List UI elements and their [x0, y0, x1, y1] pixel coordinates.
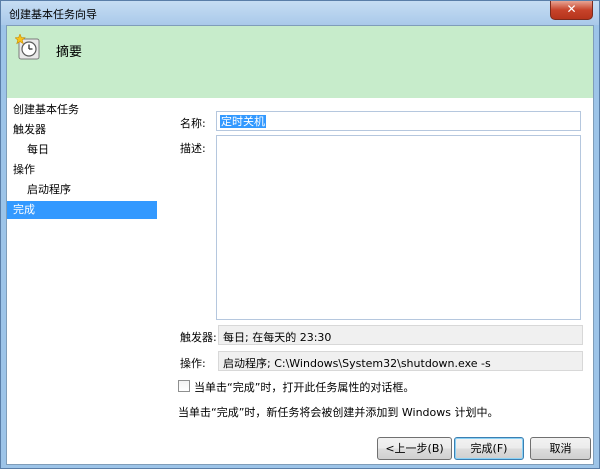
- close-button[interactable]: ✕: [550, 1, 593, 20]
- action-label: 操作:: [180, 357, 206, 370]
- window-title: 创建基本任务向导: [9, 8, 97, 21]
- info-text: 当单击“完成”时，新任务将会被创建并添加到 Windows 计划中。: [178, 406, 499, 419]
- back-button[interactable]: <上一步(B): [377, 437, 452, 460]
- trigger-value: 每日; 在每天的 23:30: [218, 325, 583, 345]
- description-label: 描述:: [180, 142, 206, 155]
- header-banner: 摘要: [7, 26, 593, 98]
- close-icon: ✕: [566, 2, 577, 16]
- summary-content: 名称: 定时关机 描述: 触发器: 每日; 在每天的 23:30 操作: 启动程…: [167, 98, 593, 464]
- open-properties-checkbox[interactable]: [178, 380, 190, 392]
- description-field[interactable]: [216, 135, 581, 320]
- nav-item-daily[interactable]: 每日: [7, 141, 157, 159]
- name-label: 名称:: [180, 117, 206, 130]
- page-title: 摘要: [56, 45, 83, 60]
- finish-button[interactable]: 完成(F): [454, 437, 524, 460]
- nav-item-create-task[interactable]: 创建基本任务: [7, 101, 157, 119]
- nav-item-finish[interactable]: 完成: [7, 201, 157, 219]
- open-properties-label[interactable]: 当单击“完成”时，打开此任务属性的对话框。: [194, 379, 414, 395]
- wizard-nav: 创建基本任务 触发器 每日 操作 启动程序 完成: [7, 98, 167, 464]
- nav-item-start-program[interactable]: 启动程序: [7, 181, 157, 199]
- nav-item-trigger[interactable]: 触发器: [7, 121, 157, 139]
- client-area: 摘要 创建基本任务 触发器 每日 操作 启动程序 完成 名称: 定时关机 描述:…: [6, 25, 594, 465]
- wizard-window: 创建基本任务向导 ✕ 摘要 创建基本任务 触发器 每日 操作 启动程序 完成 名…: [0, 0, 600, 469]
- cancel-button[interactable]: 取消: [530, 437, 591, 460]
- clock-star-icon: [15, 34, 40, 60]
- nav-item-action[interactable]: 操作: [7, 161, 157, 179]
- name-value: 定时关机: [220, 115, 266, 128]
- trigger-label: 触发器:: [180, 331, 217, 344]
- action-value: 启动程序; C:\Windows\System32\shutdown.exe -…: [218, 351, 583, 371]
- title-bar[interactable]: 创建基本任务向导 ✕: [1, 1, 599, 25]
- name-field[interactable]: 定时关机: [216, 111, 581, 131]
